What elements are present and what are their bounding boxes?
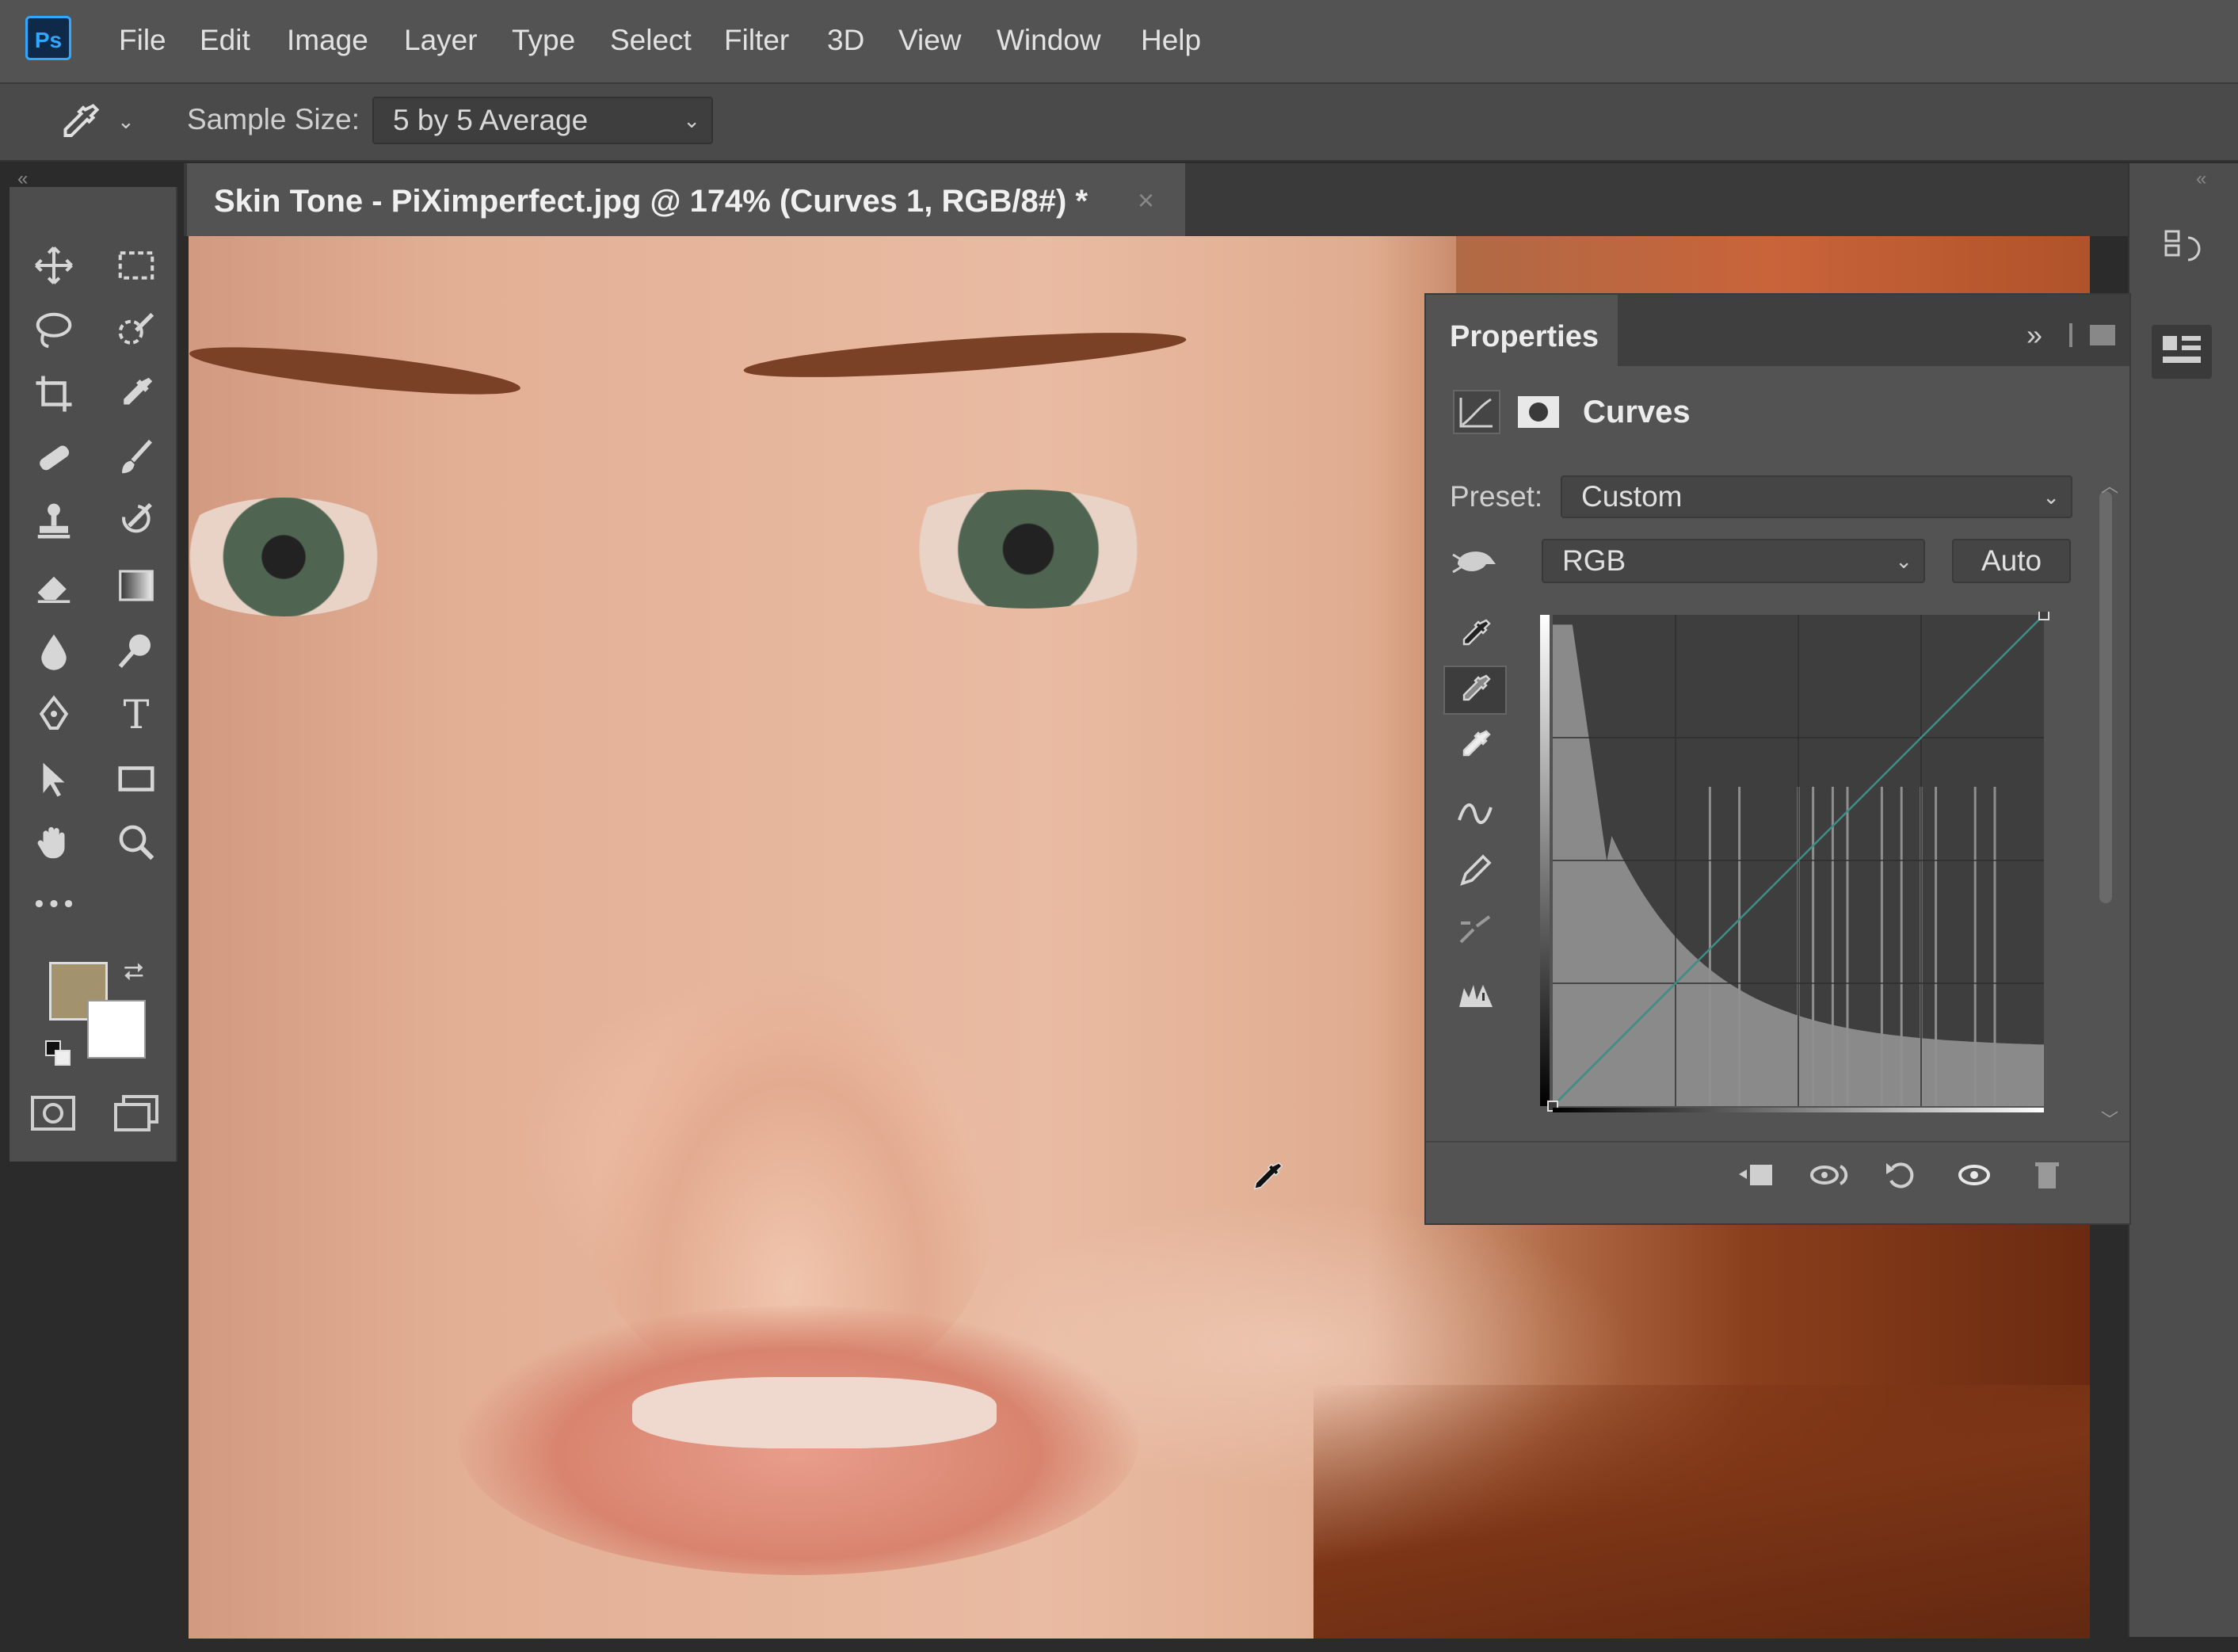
input-gradient-bar — [1553, 1108, 2044, 1112]
menu-file[interactable]: File — [119, 24, 166, 57]
toggle-visibility-eye-icon[interactable] — [1949, 1154, 2000, 1196]
tool-preset-chevron-down-icon[interactable]: ⌄ — [117, 109, 135, 134]
left-eyebrow — [189, 338, 522, 404]
reset-adjustment-icon[interactable] — [1876, 1154, 1927, 1196]
chevron-down-icon: ⌄ — [1895, 549, 1912, 573]
chevron-down-icon: ⌄ — [2042, 485, 2060, 509]
smooth-curve-icon[interactable] — [1443, 905, 1507, 954]
chevron-down-icon: ⌄ — [683, 109, 700, 132]
healing-brush-icon[interactable] — [22, 429, 86, 485]
quick-selection-icon[interactable] — [105, 303, 168, 358]
eraser-icon[interactable] — [22, 558, 86, 613]
right-eye — [886, 490, 1171, 609]
scroll-down-icon[interactable]: ﹀ — [2101, 1106, 2118, 1131]
menu-type[interactable]: Type — [512, 24, 575, 57]
menu-view[interactable]: View — [898, 24, 962, 57]
layer-mask-icon[interactable] — [1516, 393, 1561, 431]
dodge-icon[interactable] — [105, 623, 168, 678]
brush-icon[interactable] — [105, 429, 168, 485]
quick-mask-icon[interactable] — [30, 1095, 76, 1135]
pen-icon[interactable] — [22, 686, 86, 742]
menu-help[interactable]: Help — [1141, 24, 1201, 57]
curves-graph[interactable] — [1540, 612, 2057, 1112]
targeted-adjustment-hand-icon[interactable] — [1450, 540, 1502, 587]
eyedropper-cursor-icon — [1249, 1160, 1285, 1200]
panel-menu-icon[interactable] — [2090, 325, 2115, 345]
marquee-icon[interactable] — [105, 238, 168, 293]
menu-filter[interactable]: Filter — [724, 24, 789, 57]
curves-adjustment-icon[interactable] — [1453, 390, 1500, 434]
sample-black-point-icon[interactable] — [1443, 610, 1507, 659]
channel-value: RGB — [1562, 544, 1626, 577]
menu-window[interactable]: Window — [997, 24, 1101, 57]
sample-gray-point-icon[interactable] — [1443, 666, 1507, 715]
sample-size-value: 5 by 5 Average — [393, 104, 589, 136]
white-point-handle — [2038, 612, 2049, 620]
blur-icon[interactable] — [22, 623, 86, 678]
gradient-icon[interactable] — [105, 558, 168, 613]
collapse-right-icon[interactable]: « — [2196, 168, 2206, 190]
panel-scrollbar[interactable] — [2099, 491, 2112, 903]
sample-size-select[interactable]: 5 by 5 Average ⌄ — [372, 97, 713, 144]
rectangle-icon[interactable] — [105, 751, 168, 807]
auto-button[interactable]: Auto — [1952, 539, 2071, 583]
clip-to-layer-icon[interactable] — [1730, 1154, 1781, 1196]
properties-tab-label: Properties — [1450, 320, 1599, 353]
default-colors-icon[interactable] — [44, 1040, 71, 1066]
panel-divider — [2069, 323, 2072, 347]
menu-3d[interactable]: 3D — [827, 24, 864, 57]
preset-label: Preset: — [1450, 480, 1543, 513]
photoshop-logo: Ps — [25, 16, 71, 60]
hair-lower-right — [1313, 1385, 2090, 1639]
menu-edit[interactable]: Edit — [200, 24, 250, 57]
teeth — [632, 1377, 997, 1448]
more-tools-icon[interactable]: ••• — [22, 878, 86, 933]
history-panel-icon[interactable] — [2161, 227, 2209, 278]
right-eyebrow — [742, 323, 1188, 387]
adjustment-title: Curves — [1583, 395, 1691, 429]
swap-colors-icon[interactable]: ⮂ — [124, 957, 144, 987]
zoom-icon[interactable] — [105, 815, 168, 870]
menu-layer[interactable]: Layer — [404, 24, 478, 57]
lasso-icon[interactable] — [22, 303, 86, 358]
edit-points-curve-icon[interactable] — [1443, 789, 1507, 838]
close-document-icon[interactable]: × — [1138, 184, 1154, 217]
delete-adjustment-icon[interactable] — [2022, 1154, 2072, 1196]
eyedropper-icon[interactable] — [105, 366, 168, 422]
panel-footer-divider — [1426, 1141, 2129, 1143]
svg-text:•••: ••• — [32, 891, 75, 919]
view-previous-state-icon[interactable] — [1803, 1154, 1854, 1196]
eyedropper-tool-preset-icon[interactable] — [55, 100, 103, 151]
clone-stamp-icon[interactable] — [22, 493, 86, 548]
type-icon[interactable]: T — [105, 686, 168, 742]
path-selection-icon[interactable] — [22, 751, 86, 807]
document-title: Skin Tone - PiXimperfect.jpg @ 174% (Cur… — [214, 184, 1088, 219]
screen-mode-icon[interactable] — [112, 1093, 160, 1137]
panel-expand-icon[interactable]: » — [2026, 319, 2042, 352]
preset-select[interactable]: Custom ⌄ — [1561, 475, 2072, 518]
right-dock — [2128, 163, 2238, 1637]
draw-curve-pencil-icon[interactable] — [1443, 846, 1507, 895]
move-icon[interactable] — [22, 238, 86, 293]
channel-select[interactable]: RGB ⌄ — [1542, 539, 1925, 583]
sample-white-point-icon[interactable] — [1443, 721, 1507, 770]
menu-image[interactable]: Image — [287, 24, 368, 57]
preset-value: Custom — [1581, 480, 1683, 513]
clipping-warning-icon[interactable] — [1443, 970, 1507, 1019]
crop-icon[interactable] — [22, 366, 86, 422]
svg-text:T: T — [123, 692, 149, 735]
menu-select[interactable]: Select — [610, 24, 692, 57]
history-brush-icon[interactable] — [105, 493, 168, 548]
scroll-up-icon[interactable]: ︿ — [2101, 472, 2118, 498]
hand-icon[interactable] — [22, 815, 86, 870]
sample-size-label: Sample Size: — [187, 103, 360, 135]
output-gradient-bar — [1540, 615, 1550, 1106]
background-color-swatch[interactable] — [87, 1000, 146, 1059]
properties-panel-icon[interactable] — [2152, 325, 2212, 379]
left-eye — [189, 498, 402, 616]
